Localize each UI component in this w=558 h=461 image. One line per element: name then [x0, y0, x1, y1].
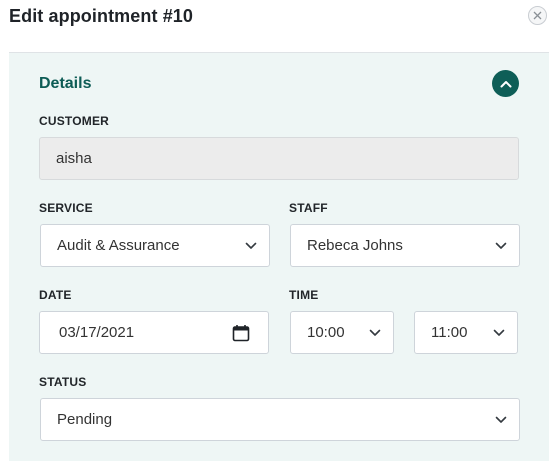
- close-button[interactable]: [528, 6, 547, 25]
- dialog-title: Edit appointment #10: [9, 6, 194, 26]
- date-label: DATE: [39, 288, 72, 302]
- staff-value: Rebeca Johns: [307, 237, 403, 254]
- service-label: SERVICE: [39, 201, 93, 215]
- chevron-down-icon: [495, 242, 507, 250]
- start-time-select[interactable]: 10:00: [290, 311, 394, 354]
- service-select[interactable]: Audit & Assurance: [40, 224, 270, 267]
- time-label: TIME: [289, 288, 319, 302]
- details-panel: Details CUSTOMER aisha SERVICE Audit & A…: [9, 53, 549, 461]
- customer-value: aisha: [56, 150, 92, 167]
- section-title: Details: [39, 75, 92, 92]
- end-time-value: 11:00: [431, 324, 468, 341]
- chevron-up-icon: [500, 80, 512, 88]
- chevron-down-icon: [493, 329, 505, 337]
- status-select[interactable]: Pending: [40, 398, 520, 441]
- calendar-icon[interactable]: [232, 324, 250, 342]
- date-value: 03/17/2021: [59, 324, 135, 341]
- service-value: Audit & Assurance: [57, 237, 180, 254]
- close-icon: [533, 11, 542, 20]
- customer-label: CUSTOMER: [39, 114, 110, 128]
- status-label: STATUS: [39, 375, 87, 389]
- start-time-value: 10:00: [307, 324, 345, 341]
- chevron-down-icon: [495, 416, 507, 424]
- staff-select[interactable]: Rebeca Johns: [290, 224, 520, 267]
- collapse-section-button[interactable]: [492, 70, 519, 97]
- date-input[interactable]: 03/17/2021: [39, 311, 269, 354]
- chevron-down-icon: [369, 329, 381, 337]
- end-time-select[interactable]: 11:00: [414, 311, 518, 354]
- staff-label: STAFF: [289, 201, 328, 215]
- status-value: Pending: [57, 411, 113, 428]
- customer-field: aisha: [39, 137, 519, 180]
- chevron-down-icon: [245, 242, 257, 250]
